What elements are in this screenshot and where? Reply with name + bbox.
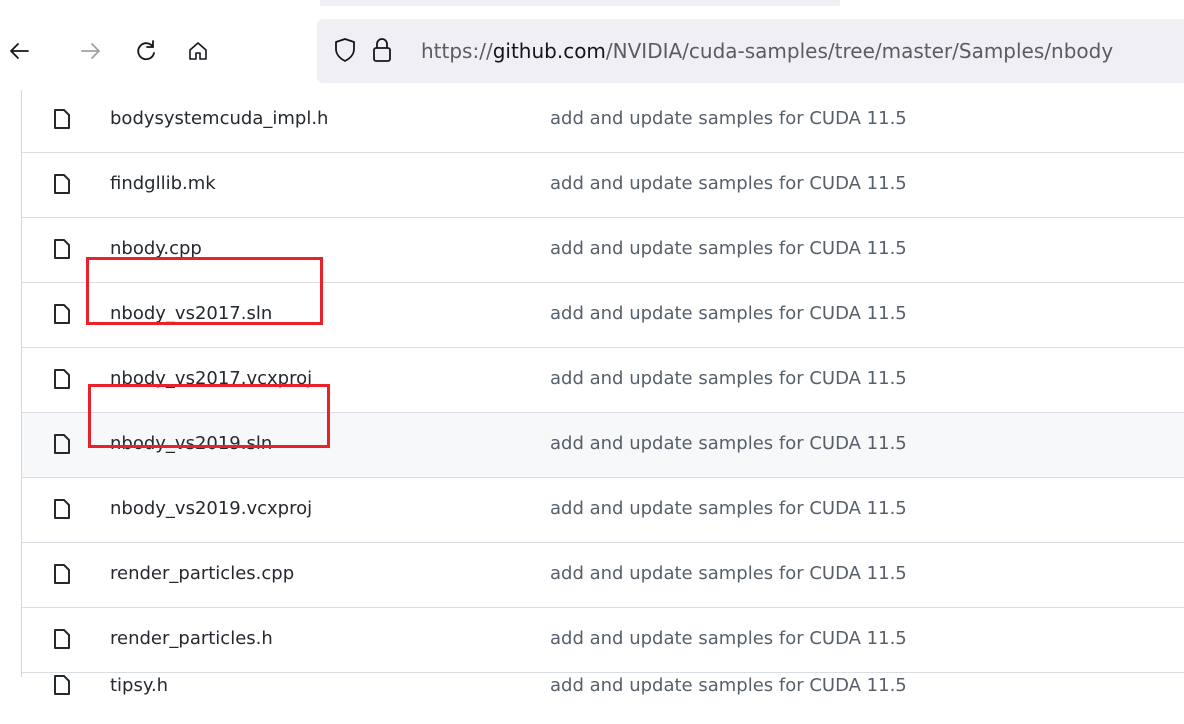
arrow-left-icon — [10, 43, 29, 59]
file-name-link[interactable]: nbody_vs2019.vcxproj — [110, 497, 312, 521]
back-button[interactable] — [2, 34, 36, 68]
file-name-link[interactable]: tipsy.h — [110, 674, 168, 698]
commit-message-link[interactable]: add and update samples for CUDA 11.5 — [550, 107, 907, 131]
commit-message-link[interactable]: add and update samples for CUDA 11.5 — [550, 237, 907, 261]
file-name-link[interactable]: render_particles.cpp — [110, 562, 294, 586]
file-icon — [54, 174, 70, 194]
tab-strip-shade — [320, 0, 840, 6]
file-name-link[interactable]: render_particles.h — [110, 627, 273, 651]
arrow-right-icon — [81, 43, 100, 59]
commit-message-link[interactable]: add and update samples for CUDA 11.5 — [550, 562, 907, 586]
file-icon — [54, 304, 70, 324]
file-row[interactable]: render_particles.cpp add and update samp… — [22, 543, 1184, 608]
file-row[interactable]: tipsy.h add and update samples for CUDA … — [22, 659, 1184, 724]
browser-toolbar: https://github.com/NVIDIA/cuda-samples/t… — [0, 10, 1184, 90]
commit-message-link[interactable]: add and update samples for CUDA 11.5 — [550, 432, 907, 456]
url-domain: github.com — [492, 39, 606, 63]
url-path: /NVIDIA/cuda-samples/tree/master/Samples… — [605, 39, 1114, 63]
file-row[interactable]: findgllib.mk add and update samples for … — [22, 153, 1184, 218]
url-text[interactable]: https://github.com/NVIDIA/cuda-samples/t… — [421, 37, 1113, 65]
address-bar[interactable]: https://github.com/NVIDIA/cuda-samples/t… — [317, 19, 1184, 83]
file-row[interactable]: nbody_vs2019.vcxproj add and update samp… — [22, 478, 1184, 543]
commit-message-link[interactable]: add and update samples for CUDA 11.5 — [550, 302, 907, 326]
highlight-box-vs2019-sln — [88, 384, 330, 448]
file-icon — [54, 675, 70, 695]
file-icon — [54, 629, 70, 649]
file-icon — [54, 564, 70, 584]
file-row[interactable]: bodysystemcuda_impl.h add and update sam… — [22, 88, 1184, 153]
file-icon — [54, 434, 70, 454]
file-icon — [54, 369, 70, 389]
file-icon — [54, 109, 70, 129]
file-list: bodysystemcuda_impl.h add and update sam… — [0, 88, 1184, 696]
commit-message-link[interactable]: add and update samples for CUDA 11.5 — [550, 674, 907, 698]
highlight-box-vs2017-sln — [86, 257, 323, 325]
commit-message-link[interactable]: add and update samples for CUDA 11.5 — [550, 172, 907, 196]
file-icon — [54, 499, 70, 519]
commit-message-link[interactable]: add and update samples for CUDA 11.5 — [550, 627, 907, 651]
file-icon — [54, 239, 70, 259]
reload-icon — [137, 40, 155, 61]
forward-button[interactable] — [74, 34, 108, 68]
url-prefix: https:// — [421, 39, 493, 63]
reload-button[interactable] — [129, 34, 163, 68]
home-icon — [189, 42, 207, 60]
commit-message-link[interactable]: add and update samples for CUDA 11.5 — [550, 367, 907, 391]
file-name-link[interactable]: findgllib.mk — [110, 172, 216, 196]
shield-icon[interactable] — [333, 37, 357, 67]
home-button[interactable] — [181, 34, 215, 68]
lock-icon[interactable] — [371, 36, 393, 68]
commit-message-link[interactable]: add and update samples for CUDA 11.5 — [550, 497, 907, 521]
file-name-link[interactable]: bodysystemcuda_impl.h — [110, 107, 328, 131]
tab-strip — [0, 0, 1184, 10]
